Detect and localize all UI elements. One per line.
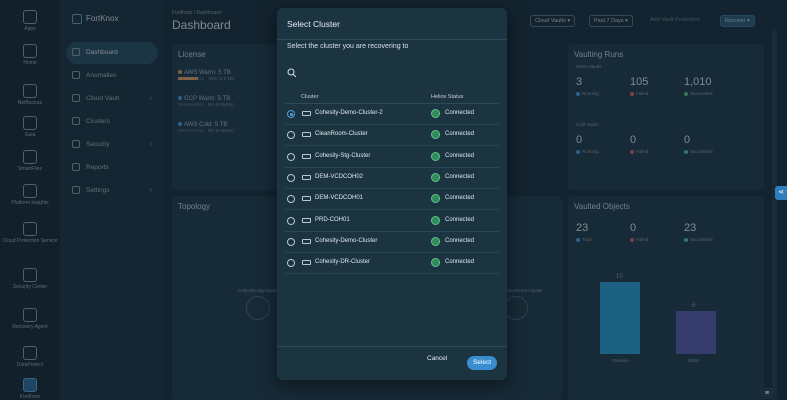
cluster-icon (302, 260, 311, 266)
divider (277, 346, 507, 347)
connected-status-icon (431, 109, 440, 118)
cluster-name: PRD-COH01 (315, 216, 350, 223)
cluster-icon (302, 153, 311, 159)
cluster-name: DEM-VCDCOH02 (315, 173, 364, 180)
cluster-icon (302, 132, 311, 138)
cluster-name: Cohesity-Demo-Cluster (315, 237, 378, 244)
column-header-cluster[interactable]: Cluster (301, 94, 318, 100)
cluster-radio[interactable] (287, 131, 295, 140)
cluster-row[interactable]: Cohesity-Stg-Cluster Connected (285, 147, 499, 168)
cluster-radio[interactable] (287, 110, 295, 118)
cluster-row[interactable]: Cohesity-Demo-Cluster Connected (285, 232, 499, 253)
share-icon[interactable]: ⋖ (775, 186, 787, 200)
dialog-subtitle: Select the cluster you are recovering to (287, 43, 409, 50)
cluster-name: Cohesity-Demo-Cluster-2 (315, 110, 383, 116)
cluster-row[interactable]: Cohesity-Demo-Cluster-2 Connected (285, 104, 499, 125)
cluster-status: Connected (445, 237, 475, 244)
cluster-name: DEM-VCDCOH01 (315, 195, 364, 202)
cluster-status: Connected (445, 173, 475, 180)
cluster-icon (302, 111, 311, 116)
cluster-status: Connected (445, 216, 475, 223)
cluster-name: Cohesity-Stg-Cluster (315, 152, 371, 159)
connected-status-icon (431, 172, 440, 182)
cluster-status: Connected (445, 195, 475, 202)
cluster-icon (302, 196, 311, 202)
cluster-radio[interactable] (287, 237, 295, 246)
cluster-row[interactable]: DEM-VCDCOH02 Connected (285, 168, 499, 189)
cluster-name: Cohesity-DR-Cluster (315, 259, 371, 266)
connected-status-icon (431, 130, 440, 140)
cluster-row[interactable]: CleanRoom-Cluster Connected (285, 125, 499, 147)
cluster-row[interactable]: PRD-COH01 Connected (285, 211, 499, 232)
connected-status-icon (431, 151, 440, 161)
cluster-radio[interactable] (287, 259, 295, 268)
cluster-name: CleanRoom-Cluster (315, 131, 368, 138)
cancel-button[interactable]: Cancel (427, 355, 447, 362)
connected-status-icon (431, 215, 440, 225)
cluster-row[interactable]: DEM-VCDCOH01 Connected (285, 189, 499, 211)
cluster-status: Connected (445, 110, 475, 116)
cluster-icon (302, 217, 311, 223)
cluster-radio[interactable] (287, 173, 295, 182)
cluster-status: Connected (445, 131, 475, 138)
menu-icon[interactable]: ≡ (761, 388, 773, 399)
cluster-row[interactable]: Cohesity-DR-Cluster Connected (285, 253, 499, 275)
column-header-status[interactable]: Helios Status (431, 94, 463, 100)
connected-status-icon (431, 258, 440, 268)
cluster-status: Connected (445, 259, 475, 266)
select-cluster-dialog: Select Cluster Select the cluster you ar… (277, 8, 507, 380)
cluster-icon (302, 238, 311, 244)
cluster-radio[interactable] (287, 152, 295, 161)
search-icon[interactable] (287, 68, 297, 78)
cluster-icon (302, 174, 311, 180)
connected-status-icon (431, 236, 440, 246)
cluster-status: Connected (445, 152, 475, 159)
select-button[interactable]: Select (467, 356, 497, 370)
cluster-radio[interactable] (287, 216, 295, 225)
cluster-radio[interactable] (287, 195, 295, 204)
dialog-title: Select Cluster (287, 19, 340, 29)
connected-status-icon (431, 194, 440, 204)
divider (277, 39, 507, 40)
